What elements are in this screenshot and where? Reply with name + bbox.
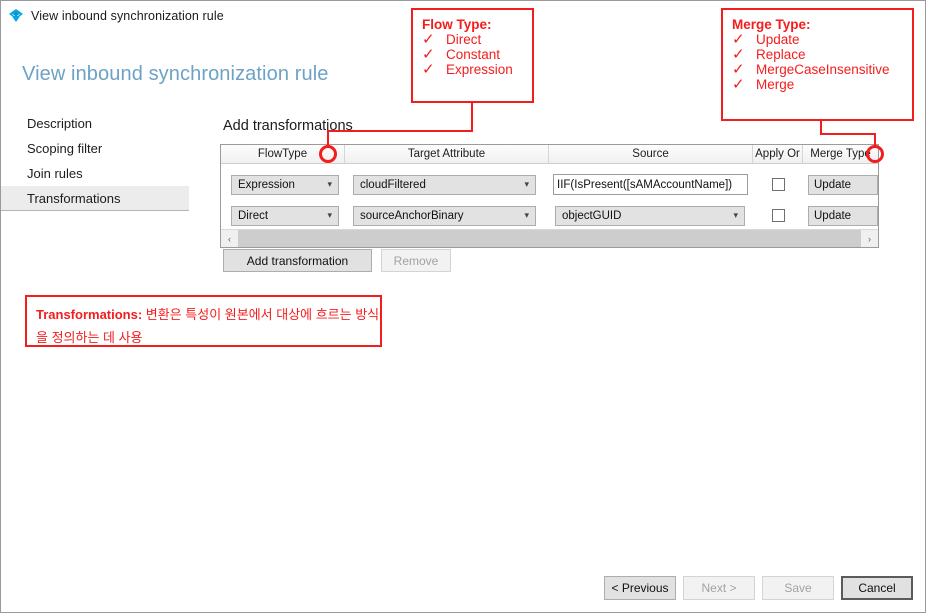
chevron-down-icon: ▾ <box>327 178 332 189</box>
check-icon: ✓ <box>732 31 745 48</box>
annotation-item-label: Update <box>756 32 800 47</box>
chevron-down-icon: ▾ <box>524 178 529 189</box>
sidebar-item-description[interactable]: Description <box>1 111 189 136</box>
check-icon: ✓ <box>422 46 435 63</box>
annotation-item-label: Constant <box>446 47 501 62</box>
save-button[interactable]: Save <box>762 576 834 600</box>
wizard-sidebar: Description Scoping filter Join rules Tr… <box>1 111 189 211</box>
cell-source: IIF(IsPresent([sAMAccountName]) <box>549 169 753 200</box>
flowtype-dropdown[interactable]: Direct ▾ <box>231 205 339 226</box>
page-title: View inbound synchronization rule <box>22 63 329 85</box>
table-row: Direct ▾ sourceAnchorBinary ▾ objectGUID… <box>221 200 878 231</box>
sidebar-item-transformations[interactable]: Transformations <box>1 186 189 211</box>
flowtype-dropdown[interactable]: Expression ▾ <box>231 174 339 195</box>
cancel-button[interactable]: Cancel <box>841 576 913 600</box>
cell-flowtype: Direct ▾ <box>221 200 345 231</box>
cell-target-attribute: cloudFiltered ▾ <box>345 169 549 200</box>
target-attribute-value: cloudFiltered <box>360 178 426 191</box>
annotation-merge-type-item: ✓ Replace <box>732 47 912 62</box>
grid-header-row: FlowType Target Attribute Source Apply O… <box>221 145 878 164</box>
sidebar-item-label: Description <box>27 116 93 131</box>
cell-apply-or <box>753 169 803 200</box>
chevron-down-icon: ▾ <box>524 209 529 220</box>
cell-source: objectGUID ▾ <box>549 200 753 231</box>
column-header-flowtype[interactable]: FlowType <box>221 145 345 163</box>
annotation-merge-type-item: ✓ Merge <box>732 77 912 92</box>
cell-flowtype: Expression ▾ <box>221 169 345 200</box>
cell-merge-type: Update <box>803 169 878 200</box>
annotation-merge-type-item: ✓ MergeCaseInsensitive <box>732 62 912 77</box>
column-header-source[interactable]: Source <box>549 145 753 163</box>
add-transformation-button[interactable]: Add transformation <box>223 249 372 272</box>
sync-rule-window: View inbound synchronization rule View i… <box>0 0 926 613</box>
next-button[interactable]: Next > <box>683 576 755 600</box>
check-icon: ✓ <box>422 31 435 48</box>
annotation-item-label: Merge <box>756 77 795 92</box>
annotation-flow-type-item: ✓ Expression <box>422 62 532 77</box>
check-icon: ✓ <box>732 46 745 63</box>
cell-target-attribute: sourceAnchorBinary ▾ <box>345 200 549 231</box>
annotation-item-label: MergeCaseInsensitive <box>756 62 890 77</box>
window-title-text: View inbound synchronization rule <box>31 9 224 23</box>
annotation-merge-type-title: Merge Type: <box>732 17 811 32</box>
column-header-target-attribute[interactable]: Target Attribute <box>345 145 549 163</box>
annotation-flow-type-item: ✓ Constant <box>422 47 532 62</box>
scroll-right-arrow-icon[interactable]: › <box>861 230 878 247</box>
source-expression-input[interactable]: IIF(IsPresent([sAMAccountName]) <box>553 174 748 195</box>
grid-horizontal-scrollbar[interactable]: ‹ › <box>221 229 878 247</box>
sidebar-item-label: Scoping filter <box>27 141 103 156</box>
check-icon: ✓ <box>422 61 435 78</box>
section-title: Add transformations <box>223 118 353 134</box>
sidebar-item-join-rules[interactable]: Join rules <box>1 161 189 186</box>
column-header-apply-or[interactable]: Apply Or <box>753 145 803 163</box>
table-row: Expression ▾ cloudFiltered ▾ IIF(IsPrese… <box>221 169 878 200</box>
sidebar-item-label: Transformations <box>27 191 121 206</box>
annotation-transformations-note: Transformations: 변환은 특성이 원본에서 대상에 흐르는 방식… <box>25 295 382 347</box>
remove-button[interactable]: Remove <box>381 249 451 272</box>
scroll-left-arrow-icon[interactable]: ‹ <box>221 230 238 247</box>
annotation-merge-type: Merge Type: ✓ Update ✓ Replace ✓ MergeCa… <box>721 8 914 121</box>
scrollbar-thumb[interactable] <box>238 230 861 247</box>
merge-type-dropdown[interactable]: Update <box>808 205 878 226</box>
annotation-merge-type-item: ✓ Update <box>732 32 912 47</box>
flowtype-value: Expression <box>238 178 295 191</box>
cell-merge-type: Update <box>803 200 878 231</box>
flowtype-value: Direct <box>238 209 269 222</box>
source-value: IIF(IsPresent([sAMAccountName]) <box>557 178 733 191</box>
annotation-flow-type: Flow Type: ✓ Direct ✓ Constant ✓ Express… <box>411 8 534 103</box>
source-value: objectGUID <box>562 209 622 222</box>
annotation-item-label: Replace <box>756 47 806 62</box>
sidebar-item-scoping-filter[interactable]: Scoping filter <box>1 136 189 161</box>
column-header-merge-type[interactable]: Merge Type <box>803 145 878 163</box>
annotation-flow-type-item: ✓ Direct <box>422 32 532 47</box>
annotation-item-label: Expression <box>446 62 513 77</box>
scrollbar-track[interactable] <box>238 230 861 247</box>
transformations-grid: FlowType Target Attribute Source Apply O… <box>220 144 879 248</box>
annotation-item-label: Direct <box>446 32 482 47</box>
cell-apply-or <box>753 200 803 231</box>
target-attribute-value: sourceAnchorBinary <box>360 209 464 222</box>
merge-type-value: Update <box>814 209 852 222</box>
source-dropdown[interactable]: objectGUID ▾ <box>555 205 745 226</box>
sidebar-item-label: Join rules <box>27 166 83 181</box>
target-attribute-dropdown[interactable]: cloudFiltered ▾ <box>353 174 536 195</box>
merge-type-value: Update <box>814 178 852 191</box>
wizard-footer-buttons: < Previous Next > Save Cancel <box>604 576 913 600</box>
azure-ad-connect-diamond-icon <box>9 9 23 22</box>
annotation-flow-type-title: Flow Type: <box>422 17 492 32</box>
apply-or-checkbox[interactable] <box>771 178 785 191</box>
merge-type-dropdown[interactable]: Update <box>808 174 878 195</box>
check-icon: ✓ <box>732 76 745 93</box>
check-icon: ✓ <box>732 61 745 78</box>
target-attribute-dropdown[interactable]: sourceAnchorBinary ▾ <box>353 205 536 226</box>
chevron-down-icon: ▾ <box>327 209 332 220</box>
apply-or-checkbox[interactable] <box>771 209 785 222</box>
grid-action-buttons: Add transformation Remove <box>223 249 451 272</box>
chevron-down-icon: ▾ <box>733 209 738 220</box>
previous-button[interactable]: < Previous <box>604 576 676 600</box>
annotation-note-label: Transformations: <box>36 307 143 322</box>
